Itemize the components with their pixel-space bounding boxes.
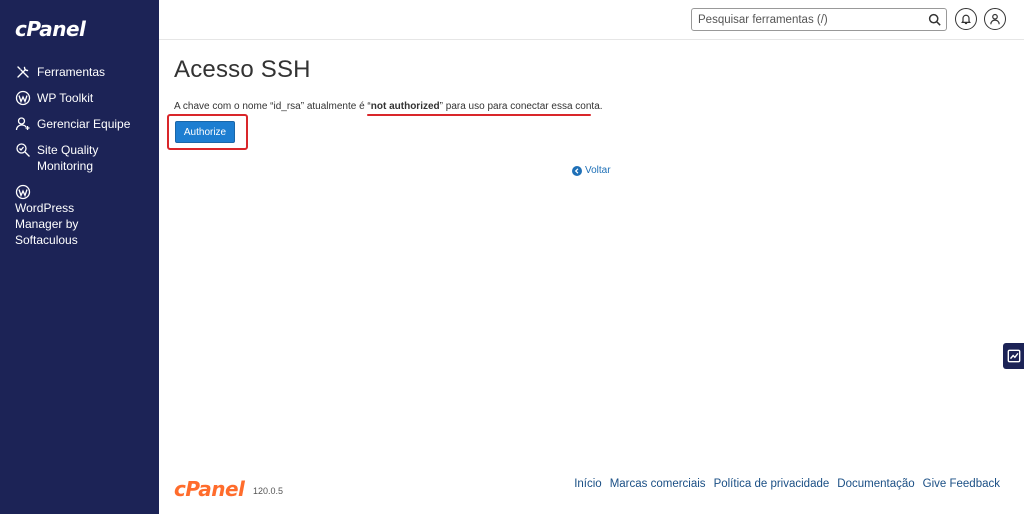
- sidebar-item-site-quality-monitoring[interactable]: Site Quality Monitoring: [0, 142, 120, 174]
- sidebar-item-label: WP Toolkit: [37, 91, 94, 105]
- footer-link-feedback[interactable]: Give Feedback: [923, 478, 1000, 490]
- stats-panel-toggle[interactable]: [1003, 343, 1024, 369]
- user-add-icon: [14, 116, 32, 132]
- sidebar-item-label: Gerenciar Equipe: [37, 117, 131, 131]
- wordpress-icon: [14, 90, 32, 106]
- sidebar-item-wordpress-manager[interactable]: WordPress Manager by Softaculous: [0, 184, 128, 248]
- search-box: [691, 8, 947, 31]
- sidebar-item-wp-toolkit[interactable]: WP Toolkit: [0, 90, 159, 106]
- wordpress-icon: [14, 184, 32, 200]
- cpanel-logo[interactable]: cPanel: [15, 17, 86, 41]
- footer-link-documentacao[interactable]: Documentação: [837, 478, 914, 490]
- authorize-button[interactable]: Authorize: [175, 121, 235, 143]
- footer-link-inicio[interactable]: Início: [574, 478, 602, 490]
- notifications-button[interactable]: [955, 8, 977, 30]
- sidebar-item-label: Site Quality Monitoring: [37, 143, 99, 173]
- annotation-underline: [367, 114, 591, 116]
- footer-links: Início Marcas comerciais Política de pri…: [574, 478, 1000, 490]
- page-title: Acesso SSH: [174, 56, 311, 83]
- sidebar-nav: Ferramentas WP Toolkit Gerenciar Equipe …: [0, 60, 159, 248]
- key-status-message: A chave com o nome “id_rsa” atualmente é…: [174, 101, 603, 112]
- version-number: 120.0.5: [253, 486, 284, 496]
- top-bar: [159, 0, 1024, 40]
- search-icon[interactable]: [928, 13, 941, 26]
- user-icon: [990, 13, 1000, 25]
- sidebar-item-label: WordPress Manager by Softaculous: [15, 201, 79, 247]
- sidebar-item-gerenciar-equipe[interactable]: Gerenciar Equipe: [0, 116, 159, 132]
- sidebar-item-label: Ferramentas: [37, 65, 106, 79]
- search-input[interactable]: [692, 9, 920, 30]
- sidebar: cPanel Ferramentas WP Toolkit Gerenciar …: [0, 0, 159, 514]
- bell-icon: [961, 14, 971, 25]
- footer-link-marcas[interactable]: Marcas comerciais: [610, 478, 706, 490]
- key-status: not authorized: [370, 101, 440, 112]
- tools-icon: [14, 64, 32, 80]
- footer-cpanel-logo: cPanel: [174, 477, 245, 501]
- sidebar-item-ferramentas[interactable]: Ferramentas: [0, 64, 159, 80]
- footer-link-privacidade[interactable]: Política de privacidade: [714, 478, 830, 490]
- back-label: Voltar: [585, 165, 611, 176]
- search-check-icon: [14, 142, 32, 158]
- annotation-highlight-box: Authorize: [167, 114, 248, 150]
- trend-chart-icon: [1007, 349, 1020, 363]
- back-arrow-icon: [572, 165, 582, 176]
- back-link[interactable]: Voltar: [572, 165, 611, 176]
- main-content: Acesso SSH A chave com o nome “id_rsa” a…: [159, 40, 1024, 514]
- message-suffix: ” para uso para conectar essa conta.: [439, 101, 603, 112]
- message-prefix: A chave com o nome “id_rsa” atualmente é…: [174, 101, 371, 112]
- user-menu-button[interactable]: [984, 8, 1006, 30]
